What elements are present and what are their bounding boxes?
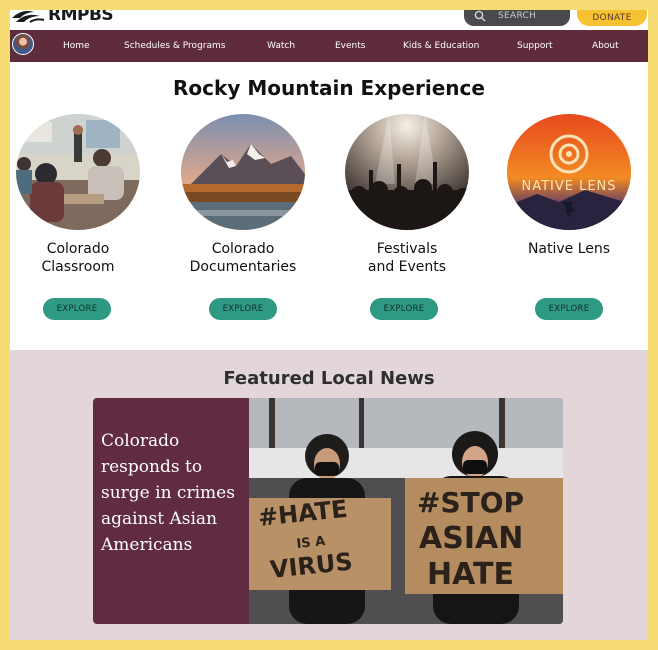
nav-item-events[interactable]: Events xyxy=(335,30,365,62)
search-placeholder: SEARCH xyxy=(498,11,537,21)
news-headline[interactable]: Colorado responds to surge in crimes aga… xyxy=(101,428,251,558)
card-colorado-documentaries[interactable]: Colorado Documentaries xyxy=(181,114,305,276)
search-input[interactable]: SEARCH xyxy=(464,10,570,26)
page-frame: RMPBS SEARCH DONATE Home Schedules & Pro… xyxy=(10,10,648,640)
sign-left-line-2: IS A xyxy=(296,534,326,552)
card-title: Native Lens xyxy=(527,241,611,257)
avatar[interactable] xyxy=(12,33,34,55)
explore-button-documentaries[interactable]: EXPLORE xyxy=(209,298,277,320)
card-title: Festivals and Events xyxy=(367,241,447,275)
section-title-experience: Rocky Mountain Experience xyxy=(173,76,485,100)
nav-item-schedules[interactable]: Schedules & Programs xyxy=(124,30,225,62)
sign-right-line-2: ASIAN xyxy=(419,521,523,556)
main-nav: Home Schedules & Programs Watch Events K… xyxy=(10,30,648,62)
search-icon xyxy=(474,10,486,22)
nav-item-support[interactable]: Support xyxy=(517,30,553,62)
donate-button[interactable]: DONATE xyxy=(577,10,647,26)
concert-crowd-photo[interactable] xyxy=(345,114,469,230)
news-protest-photo[interactable]: #HATE IS A VIRUS #STOP ASIAN HATE xyxy=(249,398,563,624)
nav-item-kids-education[interactable]: Kids & Education xyxy=(403,30,479,62)
nav-item-watch[interactable]: Watch xyxy=(267,30,295,62)
logo-text: RMPBS xyxy=(48,10,114,25)
card-title: Colorado Classroom xyxy=(41,241,115,275)
card-colorado-classroom[interactable]: Colorado Classroom xyxy=(16,114,140,276)
top-bar: RMPBS SEARCH DONATE xyxy=(10,10,648,30)
card-title: Colorado Documentaries xyxy=(189,241,297,275)
mountain-lake-photo[interactable] xyxy=(181,114,305,230)
explore-button-festivals[interactable]: EXPLORE xyxy=(370,298,438,320)
news-story-card[interactable]: Colorado responds to surge in crimes aga… xyxy=(93,398,563,624)
featured-news-section: Featured Local News Colorado responds to… xyxy=(10,350,648,640)
sign-right-line-1: #STOP xyxy=(417,486,524,519)
classroom-photo[interactable] xyxy=(16,114,140,230)
nav-item-about[interactable]: About xyxy=(592,30,619,62)
site-logo[interactable]: RMPBS xyxy=(10,10,114,26)
nav-item-home[interactable]: Home xyxy=(63,30,90,62)
card-festivals-and-events[interactable]: Festivals and Events xyxy=(345,114,469,276)
sign-right-line-3: HATE xyxy=(427,557,514,592)
native-lens-logo[interactable]: NATIVE LENS xyxy=(507,114,631,230)
card-native-lens[interactable]: NATIVE LENS Native Lens xyxy=(507,114,631,258)
explore-button-classroom[interactable]: EXPLORE xyxy=(43,298,111,320)
section-title-news: Featured Local News xyxy=(223,368,435,389)
logo-mark-icon xyxy=(12,10,45,23)
explore-button-native-lens[interactable]: EXPLORE xyxy=(535,298,603,320)
native-lens-logo-text: NATIVE LENS xyxy=(521,179,616,194)
